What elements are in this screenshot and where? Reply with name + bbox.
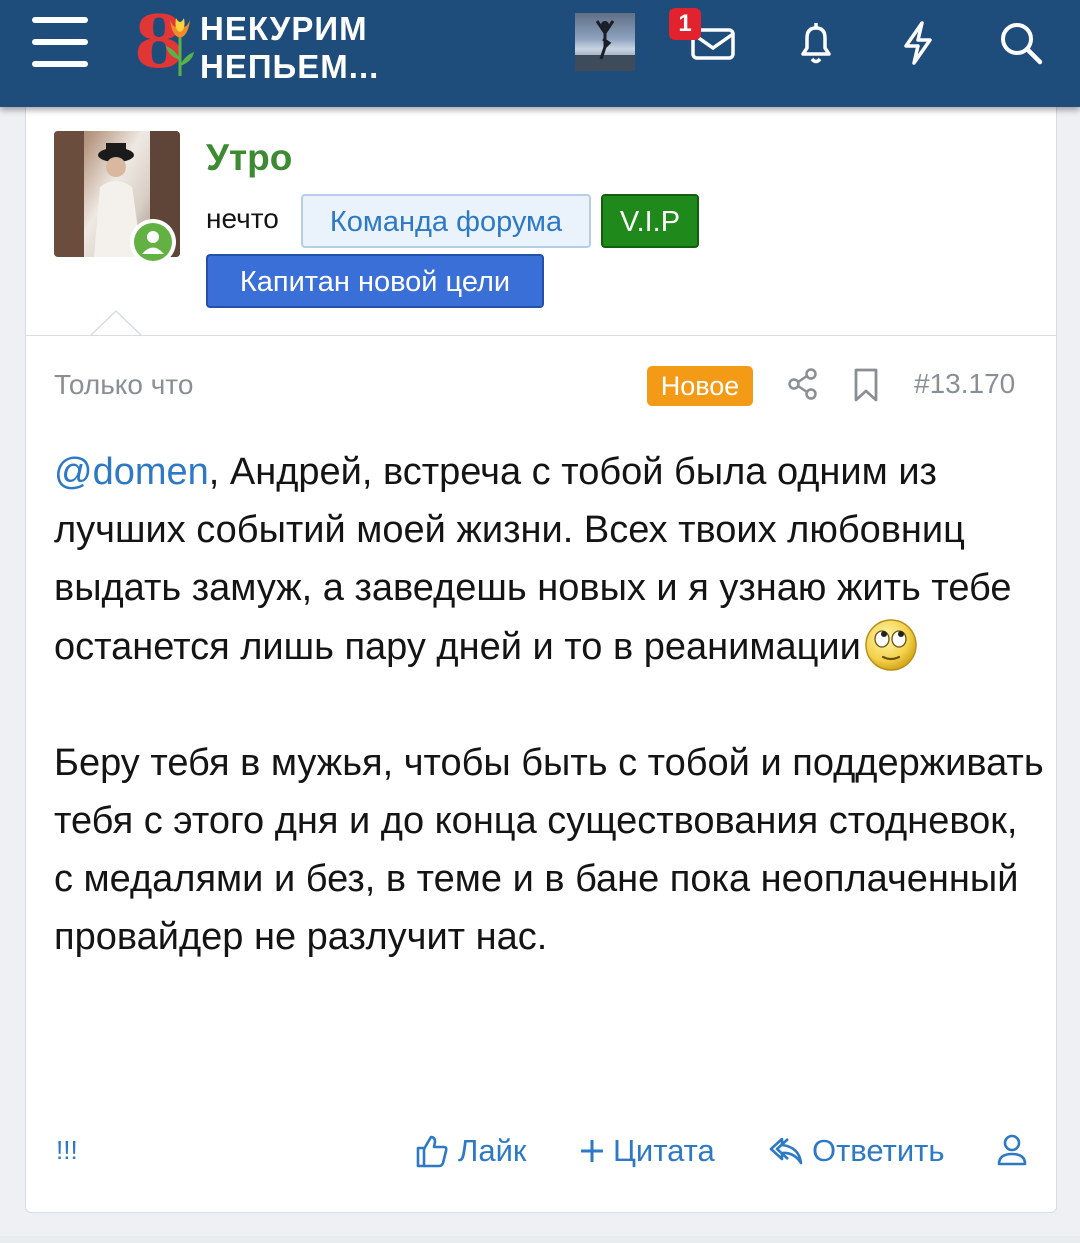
site-logo[interactable]: 8 НЕКУРИМ НЕПЬЕМ... <box>134 2 384 84</box>
menu-icon[interactable] <box>32 17 88 69</box>
post-paragraph-1: @domen, Андрей, встреча с тобой была одн… <box>54 443 1044 676</box>
like-label: Лайк <box>458 1133 527 1168</box>
logo-text-line1: НЕКУРИМ <box>200 10 368 47</box>
badge-captain: Капитан новой цели <box>206 254 544 308</box>
quote-label: Цитата <box>613 1133 715 1168</box>
badge-vip: V.I.P <box>601 194 699 248</box>
quote-button[interactable]: Цитата <box>579 1133 715 1169</box>
user-mention-link[interactable]: @domen <box>54 451 209 493</box>
new-badge: Новое <box>647 366 753 406</box>
post-author-name[interactable]: Утро <box>206 137 292 179</box>
like-button[interactable]: Лайк <box>414 1133 526 1169</box>
current-user-avatar[interactable] <box>575 13 635 71</box>
post-actions-bar: !!! Лайк Цитата Ответить <box>54 1127 1034 1177</box>
logo-text-line2: НЕПЬЕМ... <box>200 48 380 85</box>
author-pointer-arrow <box>90 310 142 337</box>
reply-label: Ответить <box>812 1133 945 1168</box>
plus-icon <box>581 1140 603 1162</box>
user-title: нечто <box>206 203 279 234</box>
header-divider <box>26 335 1056 336</box>
post-body: @domen, Андрей, встреча с тобой была одн… <box>54 443 1044 966</box>
reply-button[interactable]: Ответить <box>768 1133 945 1169</box>
post-number-link[interactable]: #13.170 <box>914 368 1015 400</box>
reply-arrow-icon <box>769 1137 803 1165</box>
user-icon <box>997 1134 1027 1166</box>
bookmark-icon[interactable] <box>851 367 881 403</box>
bell-icon[interactable] <box>791 18 841 68</box>
rolling-eyes-smiley-icon <box>865 619 917 671</box>
next-post-edge <box>0 1236 1080 1243</box>
post-card: Утро нечто Команда форума V.I.P Капитан … <box>25 107 1057 1213</box>
notification-count-badge: 1 <box>669 8 701 40</box>
report-link[interactable]: !!! <box>56 1135 78 1166</box>
top-navigation-bar: 8 НЕКУРИМ НЕПЬЕМ... 1 <box>0 0 1080 107</box>
lightning-icon[interactable] <box>893 18 943 68</box>
tulip-icon <box>166 18 194 76</box>
online-status-icon <box>130 219 176 265</box>
share-icon[interactable] <box>786 367 820 401</box>
user-menu-button[interactable] <box>996 1133 1036 1167</box>
thumbs-up-icon <box>416 1135 448 1168</box>
search-icon[interactable] <box>996 18 1046 68</box>
badge-forum-team: Команда форума <box>301 194 591 248</box>
post-paragraph-2: Беру тебя в мужья, чтобы быть с тобой и … <box>54 742 1044 958</box>
post-timestamp[interactable]: Только что <box>54 369 193 401</box>
